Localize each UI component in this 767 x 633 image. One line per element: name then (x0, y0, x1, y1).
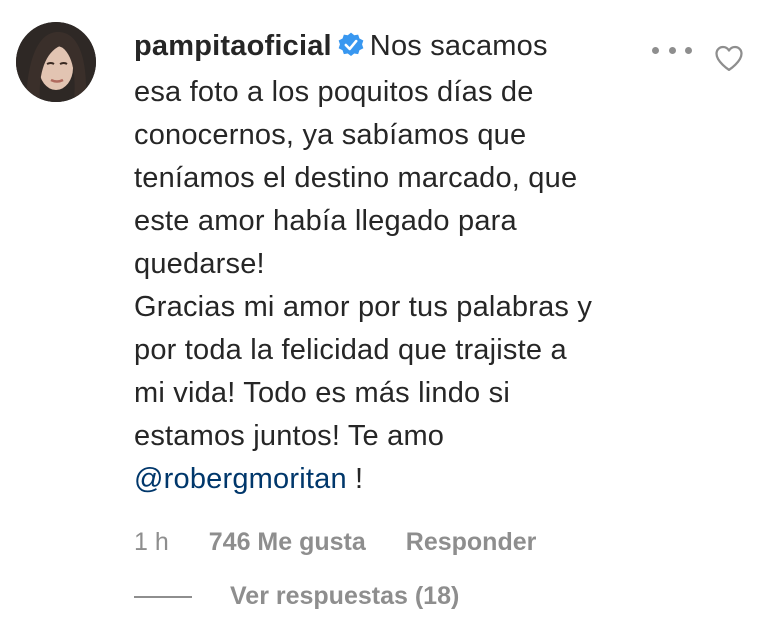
comment-line: mi vida! Todo es más lindo si (134, 377, 510, 409)
view-replies-label: Ver respuestas (18) (230, 582, 460, 610)
comment-line: estamos juntos! Te amo (134, 420, 445, 452)
comment-line: quedarse! (134, 248, 265, 280)
comment-line: esa foto a los poquitos días de (134, 76, 534, 108)
more-options-icon[interactable] (652, 40, 692, 60)
mention-link[interactable]: @robergmoritan (134, 463, 347, 495)
comment-body: pampitaoficial Nos sacamos esa foto a los… (134, 25, 664, 501)
heart-outline-icon[interactable] (714, 44, 744, 77)
comment-username[interactable]: pampitaoficial (134, 30, 332, 62)
replies-divider (134, 595, 192, 598)
comment-line: Nos sacamos (369, 30, 548, 62)
mention-suffix: ! (346, 463, 364, 495)
verified-badge-icon (338, 28, 364, 71)
comment-line: este amor había llegado para (134, 205, 517, 237)
comment-line: Gracias mi amor por tus palabras y (134, 291, 593, 323)
comment-line: teníamos el destino marcado, que (134, 162, 578, 194)
likes-count[interactable]: 746 Me gusta (209, 528, 366, 557)
reply-button[interactable]: Responder (406, 528, 537, 557)
view-replies-button[interactable]: Ver respuestas (18) (134, 582, 459, 611)
comment-line: por toda la felicidad que trajiste a (134, 334, 567, 366)
comment-time[interactable]: 1 h (134, 528, 169, 557)
comment-line: conocernos, ya sabíamos que (134, 119, 527, 151)
profile-photo (16, 22, 96, 102)
avatar[interactable] (16, 22, 96, 102)
comment-meta: 1 h 746 Me gusta Responder (134, 528, 536, 557)
